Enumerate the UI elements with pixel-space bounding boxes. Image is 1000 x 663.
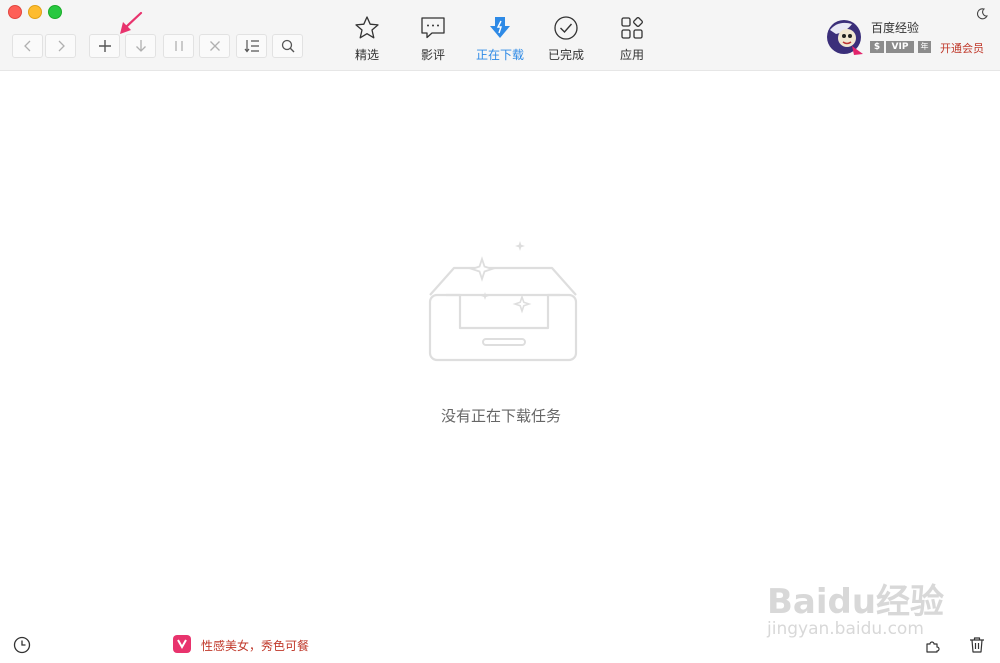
apps-icon [621, 17, 643, 39]
tab-featured-label: 精选 [354, 48, 379, 62]
search-button[interactable] [272, 34, 303, 58]
forward-icon [58, 40, 65, 52]
tab-completed-label: 已完成 [547, 48, 584, 62]
forward-button[interactable] [45, 34, 76, 58]
add-icon [98, 40, 111, 52]
year-badge: 年 [918, 41, 931, 53]
close-icon [209, 41, 220, 51]
tab-featured[interactable]: 精选 [337, 14, 397, 64]
moon-icon[interactable] [976, 8, 988, 20]
window-zoom-button[interactable] [48, 5, 62, 19]
window-close-button[interactable] [8, 5, 22, 19]
promo-link[interactable]: 性感美女，秀色可餐 [201, 637, 309, 654]
vip-badge: VIP [886, 41, 914, 53]
download-arrow-icon [135, 40, 146, 52]
watermark-brand: Baidu经验 [767, 582, 945, 622]
avatar[interactable] [826, 18, 864, 56]
tab-apps-label: 应用 [619, 48, 644, 62]
tab-reviews-label: 影评 [420, 48, 445, 62]
sort-icon [244, 40, 259, 53]
tab-completed[interactable]: 已完成 [536, 14, 596, 64]
window-minimize-button[interactable] [28, 5, 42, 19]
promo-icon [173, 635, 191, 653]
toolbar: 精选 影评 正在下载 已完成 应用 百度经验 $ VIP 年 开通会员 [0, 0, 1000, 71]
pause-button[interactable] [163, 34, 194, 58]
tab-downloading[interactable]: 正在下载 [470, 14, 530, 64]
download-icon [490, 17, 510, 38]
pause-icon [174, 41, 183, 51]
open-membership-link[interactable]: 开通会员 [940, 40, 984, 56]
tab-downloading-label: 正在下载 [475, 48, 524, 62]
history-icon[interactable] [13, 636, 31, 654]
back-icon [23, 40, 30, 52]
user-name[interactable]: 百度经验 [871, 19, 919, 36]
watermark-url: jingyan.baidu.com [767, 619, 924, 639]
star-icon [355, 16, 379, 39]
search-icon [281, 39, 294, 53]
trash-icon[interactable] [968, 636, 986, 654]
tab-reviews[interactable]: 影评 [403, 14, 463, 64]
plugin-icon[interactable] [925, 636, 943, 654]
annotation-arrow [120, 11, 143, 34]
tab-apps[interactable]: 应用 [602, 14, 662, 64]
svip-badge: $ [870, 41, 884, 53]
empty-state-text: 没有正在下载任务 [440, 407, 561, 425]
empty-box-icon [428, 241, 578, 362]
sort-button[interactable] [236, 34, 267, 58]
delete-task-button[interactable] [199, 34, 230, 58]
comment-icon [421, 17, 445, 39]
back-button[interactable] [12, 34, 43, 58]
check-circle-icon [554, 16, 578, 40]
